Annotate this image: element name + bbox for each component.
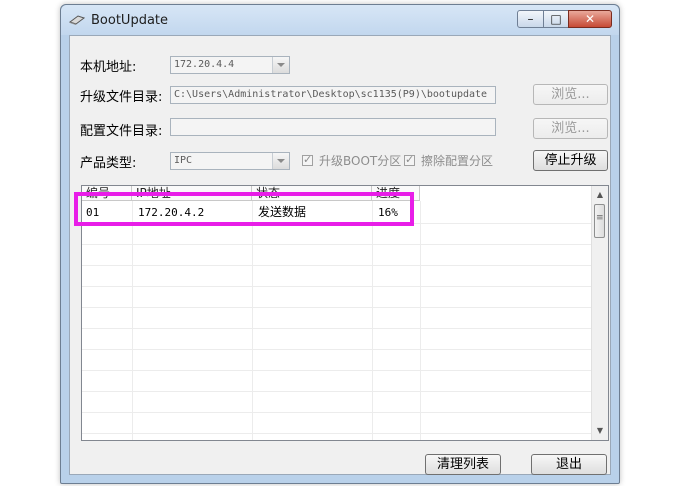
grid-line [82, 391, 592, 392]
client-area: 本机地址: 172.20.4.4 升级文件目录: C:\Users\Admini… [69, 35, 611, 475]
upgrade-boot-label: 升级BOOT分区 [319, 154, 402, 168]
browse-config-button[interactable]: 浏览... [533, 118, 608, 139]
erase-config-checkbox[interactable] [404, 153, 415, 166]
grid-line [82, 286, 592, 287]
grid-line [82, 244, 592, 245]
grid-line [82, 307, 592, 308]
app-icon [69, 15, 85, 25]
config-dir-label: 配置文件目录: [80, 124, 163, 139]
grid-line [372, 201, 373, 440]
grid-line [82, 265, 592, 266]
product-type-select[interactable]: IPC [170, 152, 290, 170]
upgrade-dir-field[interactable]: C:\Users\Administrator\Desktop\sc1135(P9… [170, 86, 496, 104]
minimize-button[interactable]: – [517, 10, 544, 28]
title-bar[interactable]: BootUpdate – □ ✕ [61, 5, 619, 35]
config-dir-field[interactable] [170, 118, 496, 136]
grid-line [132, 201, 133, 440]
grid-line [82, 349, 592, 350]
grid-line [82, 328, 592, 329]
grid-line [82, 412, 592, 413]
upgrade-boot-checkbox[interactable] [302, 153, 313, 166]
vertical-scrollbar[interactable]: ▲ ▼ [591, 186, 608, 440]
exit-button[interactable]: 退出 [531, 454, 607, 475]
chevron-down-icon[interactable] [272, 57, 289, 73]
stop-upgrade-button[interactable]: 停止升级 [533, 150, 608, 171]
browse-upgrade-button[interactable]: 浏览... [533, 84, 608, 105]
grid-line [252, 201, 253, 440]
product-type-value: IPC [174, 155, 193, 166]
clear-list-button[interactable]: 清理列表 [425, 454, 501, 475]
scroll-down-icon[interactable]: ▼ [592, 424, 608, 438]
maximize-icon: □ [550, 12, 562, 26]
minimize-icon: – [527, 12, 534, 26]
close-icon: ✕ [584, 12, 596, 26]
local-address-select[interactable]: 172.20.4.4 [170, 56, 290, 74]
scroll-thumb[interactable] [594, 204, 605, 238]
chevron-down-icon[interactable] [272, 153, 289, 169]
annotation-highlight-box [74, 192, 414, 226]
maximize-button[interactable]: □ [543, 10, 569, 28]
upgrade-dir-label: 升级文件目录: [80, 90, 163, 105]
grid-line [82, 433, 592, 434]
local-address-value: 172.20.4.4 [174, 59, 235, 70]
close-button[interactable]: ✕ [568, 10, 612, 28]
local-address-label: 本机地址: [80, 60, 137, 75]
scroll-up-icon[interactable]: ▲ [592, 188, 608, 202]
product-type-label: 产品类型: [80, 156, 137, 171]
window-title: BootUpdate [91, 13, 169, 28]
bootupdate-window: BootUpdate – □ ✕ 本机地址: 172.20.4.4 升级文件目录… [60, 4, 620, 484]
upgrade-dir-value: C:\Users\Administrator\Desktop\sc1135(P9… [174, 89, 488, 100]
erase-config-label: 擦除配置分区 [421, 154, 494, 168]
grid-line [420, 201, 421, 440]
grid-line [82, 370, 592, 371]
